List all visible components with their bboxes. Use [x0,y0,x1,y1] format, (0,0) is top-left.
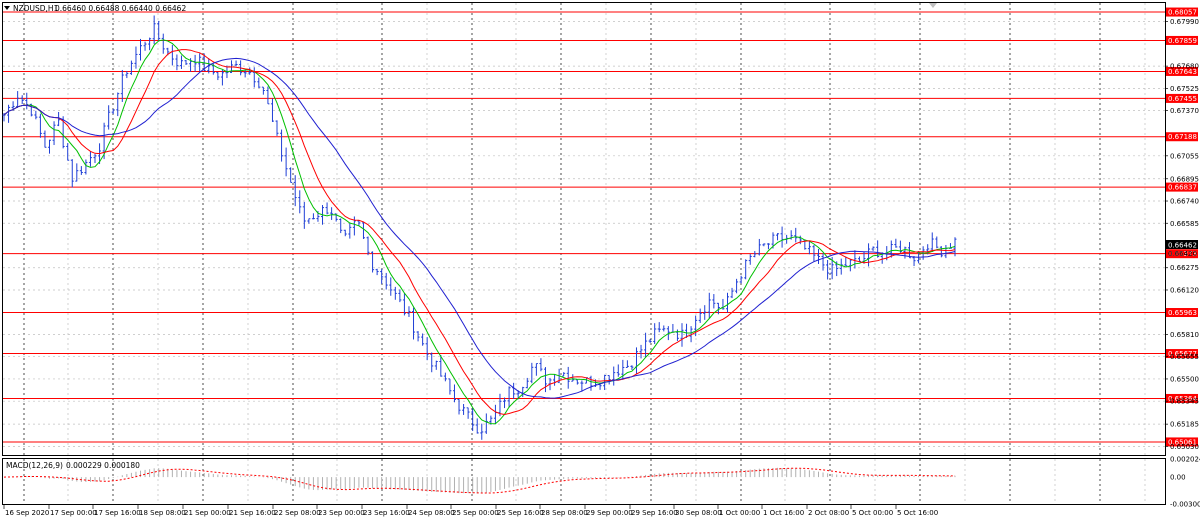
price-tick-label: 0.67055 [1170,152,1199,160]
macd-title: MACD(12,26,9) [6,461,63,470]
price-tick-label: 0.66120 [1170,286,1199,294]
time-tick-label: 21 Sep 00:00 [184,509,231,517]
time-tick-label: 29 Sep 00:00 [586,509,633,517]
time-tick-label: 18 Sep 08:00 [139,509,186,517]
bid-price-label: 0.66420 [1168,250,1197,258]
time-tick-label: 17 Sep 00:00 [50,509,97,517]
level-label: 0.68057 [1168,9,1197,17]
time-tick-label: 25 Sep 16:00 [497,509,544,517]
symbol-timeframe: NZDUSD,H1 [13,4,59,13]
time-tick-label: 22 Sep 08:00 [274,509,321,517]
price-tick-label: 0.65500 [1170,375,1199,383]
price-tick-label: 0.65655 [1170,353,1199,361]
macd-tick-label: 0.002024 [1170,456,1200,464]
macd-values: 0.000229 0.000180 [66,461,140,470]
price-tick-label: 0.67370 [1170,107,1199,115]
macd-tick-label: 0.00 [1170,474,1186,482]
time-tick-label: 23 Sep 00:00 [318,509,365,517]
price-tick-label: 0.65185 [1170,421,1199,429]
chart-window[interactable]: 0.68057 0.67859 0.67643 0.67455 0.67188 0.668… [0,0,1200,523]
time-tick-label: 24 Sep 08:00 [408,509,455,517]
time-tick-label: 1 Oct 16:00 [763,509,804,517]
time-tick-label: 5 Oct 16:00 [897,509,938,517]
time-tick-label: 23 Sep 16:00 [363,509,410,517]
current-price-label: 0.66462 [1168,242,1197,250]
price-tick-label: 0.67990 [1170,18,1199,26]
time-tick-label: 28 Sep 08:00 [541,509,588,517]
price-tick-label: 0.65810 [1170,331,1199,339]
time-tick-label: 2 Oct 08:00 [808,509,849,517]
level-label: 0.67455 [1168,95,1197,103]
ohlc-readout: 0.66460 0.66488 0.66440 0.66462 [55,4,186,13]
time-tick-label: 5 Oct 00:00 [852,509,893,517]
level-label: 0.67859 [1168,37,1197,45]
macd-tick-label: -0.003008 [1170,501,1200,509]
price-tick-label: 0.66895 [1170,175,1199,183]
price-tick-label: 0.67680 [1170,63,1199,71]
price-tick-label: 0.65030 [1170,443,1199,451]
time-tick-label: 29 Sep 16:00 [631,509,678,517]
price-tick-label: 0.66585 [1170,220,1199,228]
level-label: 0.67188 [1168,133,1197,141]
time-tick-label: 17 Sep 16:00 [94,509,141,517]
level-label: 0.66837 [1168,184,1197,192]
time-tick-label: 1 Oct 00:00 [719,509,760,517]
time-tick-label: 30 Sep 08:00 [675,509,722,517]
time-tick-label: 25 Sep 00:00 [452,509,499,517]
price-tick-label: 0.66740 [1170,198,1199,206]
time-tick-label: 21 Sep 16:00 [229,509,276,517]
price-tick-label: 0.67525 [1170,85,1199,93]
price-tick-label: 0.65345 [1170,398,1199,406]
price-tick-label: 0.66275 [1170,264,1199,272]
level-label: 0.65963 [1168,309,1197,317]
time-tick-label: 16 Sep 2020 [5,509,49,517]
